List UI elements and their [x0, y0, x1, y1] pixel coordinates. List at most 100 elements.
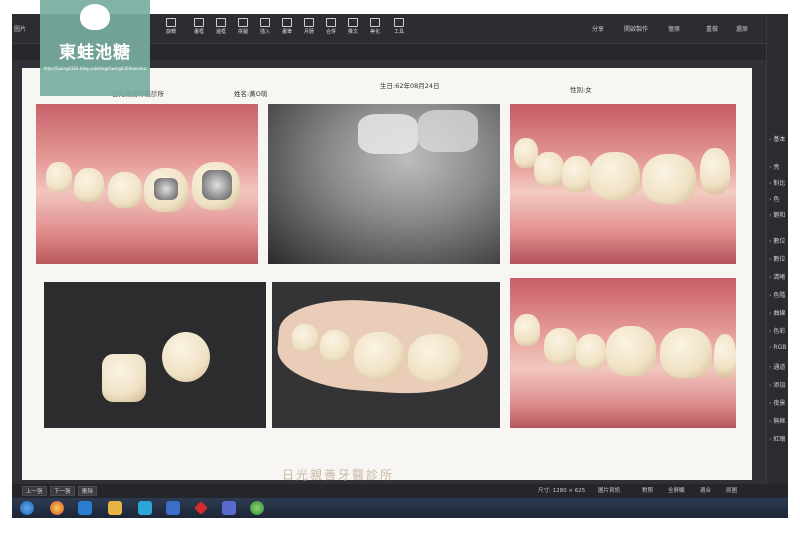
panel-item[interactable]: 曲線	[769, 308, 785, 317]
brush-button[interactable]: 畫筆	[276, 17, 298, 41]
tooth	[534, 152, 564, 186]
watermark-title: 東蛙池糖	[59, 43, 131, 63]
app-icon[interactable]	[222, 501, 236, 515]
fullscreen-button[interactable]: 全屏顯	[668, 486, 685, 496]
open-create-button[interactable]: 開啟製作	[624, 24, 648, 33]
ie-icon[interactable]	[78, 501, 92, 515]
adjust-panel: 基本 亮 對比 色 飽和 數位 數位 清晰 色階 曲線 色彩 RGB 通道 添加…	[766, 14, 788, 518]
next-button[interactable]: 下一張	[50, 486, 75, 496]
panel-item[interactable]: RGB	[769, 344, 786, 351]
panel-item[interactable]: 添加	[769, 380, 785, 389]
bottom-toolbar: 上一張 下一張 刪除 尺寸: 1280 × 625 圖片資訊 對照 全屏顯 適合…	[12, 484, 788, 498]
chrome-icon[interactable]	[50, 501, 64, 515]
rotate-icon	[166, 18, 176, 27]
original-size-button[interactable]: 原圖	[726, 486, 737, 496]
image-size: 尺寸: 1280 × 625	[538, 488, 586, 494]
panel-item[interactable]: 對比	[769, 178, 785, 187]
border-icon	[216, 18, 226, 27]
tools-button[interactable]: 工具	[388, 17, 410, 41]
tooth	[700, 148, 730, 194]
calendar-icon	[304, 18, 314, 27]
panel-basic-tab[interactable]: 基本	[769, 134, 785, 143]
collage-icon	[238, 18, 248, 27]
red-app-icon[interactable]	[194, 501, 208, 515]
rotate-button[interactable]: 旋轉	[160, 17, 182, 41]
redo-button[interactable]: 重做	[706, 24, 718, 33]
tooth	[74, 168, 104, 202]
beautify-icon	[370, 18, 380, 27]
frame-icon	[194, 18, 204, 27]
frog-logo-icon	[80, 4, 110, 30]
blog-watermark: 東蛙池糖 http://Gwing0304.blog.sub/blog/Gwin…	[40, 0, 150, 96]
photo-after-occlusal	[510, 104, 736, 264]
merge-button[interactable]: 合併	[320, 17, 342, 41]
calendar-button[interactable]: 月曆	[298, 17, 320, 41]
app-icon[interactable]	[166, 501, 180, 515]
tooth	[562, 156, 592, 192]
onlay	[162, 332, 210, 382]
collage-button[interactable]: 拼圖	[232, 17, 254, 41]
undo-button[interactable]: 復原	[668, 24, 680, 33]
photo-viewer-icon[interactable]	[250, 501, 264, 515]
tooth	[408, 334, 462, 382]
tooth	[576, 334, 606, 370]
patient-birth: 生日:62年08月24日	[380, 82, 440, 90]
panel-item[interactable]: 通道	[769, 362, 785, 371]
panel-item[interactable]: 無框	[769, 416, 785, 425]
folder-icon[interactable]	[108, 501, 122, 515]
xray-image	[268, 104, 500, 264]
panel-item[interactable]: 夜景	[769, 398, 785, 407]
restored-tooth	[590, 152, 640, 200]
tooth	[514, 314, 540, 346]
insert-button[interactable]: 插入	[254, 17, 276, 41]
dental-report-image: 日光親善牙醫診所 姓名:黃O萌 生日:62年08月24日 性別:女	[22, 68, 752, 482]
panel-item[interactable]: 數位	[769, 254, 785, 263]
restore-button[interactable]: 還原	[736, 24, 748, 33]
tooth	[292, 324, 318, 352]
amalgam-filling	[154, 178, 178, 200]
amalgam-filling	[202, 170, 232, 200]
panel-item[interactable]: 色	[769, 194, 779, 203]
footer-clinic-text: 日光親善牙醫診所	[282, 468, 395, 482]
photo-ceramic-inlays	[44, 282, 266, 428]
beautify-button[interactable]: 美化	[364, 17, 386, 41]
xray-filling	[358, 114, 418, 154]
image-info-button[interactable]: 圖片資訊	[598, 486, 620, 496]
tooth	[108, 172, 142, 208]
restored-tooth	[660, 328, 712, 378]
post-icon	[348, 18, 358, 27]
panel-item[interactable]: 清晰	[769, 272, 785, 281]
prev-button[interactable]: 上一張	[22, 486, 47, 496]
delete-button[interactable]: 刪除	[78, 486, 98, 496]
panel-item[interactable]: 色階	[769, 290, 785, 299]
tooth	[354, 332, 404, 378]
share-button[interactable]: 分享	[592, 24, 604, 33]
restored-tooth	[606, 326, 656, 376]
brush-icon	[282, 18, 292, 27]
panel-item[interactable]: 色彩	[769, 326, 785, 335]
image-menu[interactable]: 圖片	[14, 24, 26, 33]
patient-gender: 性別:女	[570, 86, 592, 94]
windows-taskbar	[12, 498, 788, 518]
panel-item[interactable]: 數位	[769, 236, 785, 245]
xray-filling	[418, 110, 478, 152]
panel-item[interactable]: 飽和	[769, 210, 785, 219]
tooth	[714, 334, 736, 378]
compare-button[interactable]: 對照	[642, 486, 653, 496]
start-icon[interactable]	[20, 501, 34, 515]
panel-item[interactable]: 紅眼	[769, 434, 785, 443]
canvas-area: 日光親善牙醫診所 姓名:黃O萌 生日:62年08月24日 性別:女	[12, 60, 766, 484]
watermark-url: http://Gwing0304.blog.sub/blog/Gwing0304…	[43, 66, 147, 71]
frame-button[interactable]: 畫框	[188, 17, 210, 41]
panel-item[interactable]: 亮	[769, 162, 779, 171]
border-button[interactable]: 邊框	[210, 17, 232, 41]
fit-button[interactable]: 適合	[700, 486, 711, 496]
photo-before-occlusal	[36, 104, 258, 264]
photo-final-result	[510, 278, 736, 428]
tooth	[544, 328, 578, 364]
tooth	[320, 330, 350, 362]
post-button[interactable]: 推文	[342, 17, 364, 41]
restored-tooth	[642, 154, 696, 204]
edge-icon[interactable]	[138, 501, 152, 515]
photo-dental-model	[272, 282, 500, 428]
